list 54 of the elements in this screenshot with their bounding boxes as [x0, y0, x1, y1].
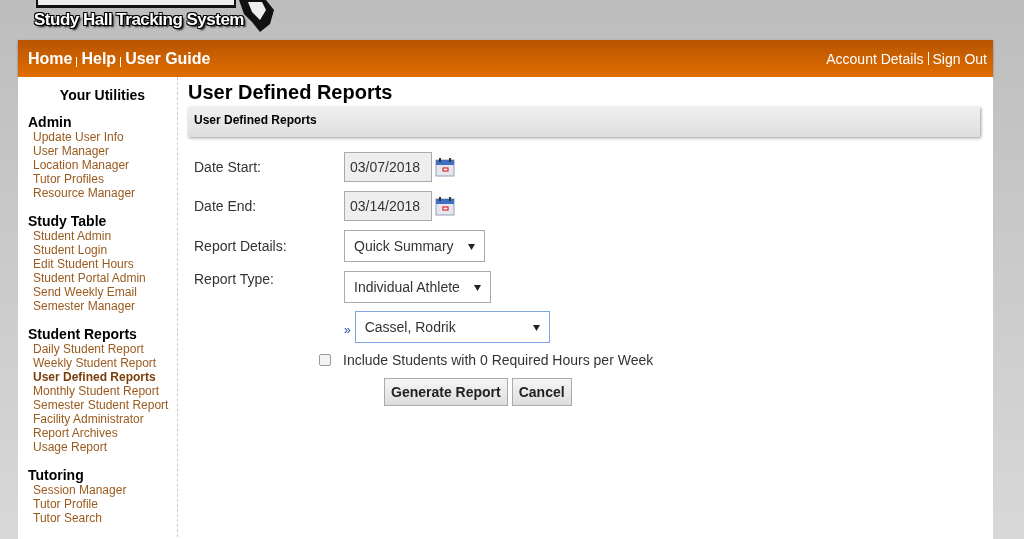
sidebar-link[interactable]: Send Weekly Email [28, 285, 137, 299]
sidebar-heading: Admin [28, 115, 72, 130]
sidebar-link[interactable]: Semester Student Report [28, 398, 169, 412]
nav-link[interactable]: Account Details [826, 50, 924, 67]
sidebar-link[interactable]: Facility Administrator [28, 412, 144, 426]
sidebar-title: Your Utilities [58, 87, 147, 103]
sidebar-link[interactable]: Edit Student Hours [28, 257, 134, 271]
sidebar-link[interactable]: Semester Manager [28, 299, 136, 313]
dropdown[interactable]: Individual Athlete [344, 271, 491, 303]
sidebar-link[interactable]: Usage Report [28, 440, 108, 454]
sidebar-heading: Tutoring [28, 468, 84, 483]
checkbox-label: Include Students with 0 Required Hours per Week [343, 352, 654, 368]
calendar-icon[interactable] [435, 157, 455, 177]
field-label: Report Type: [194, 271, 275, 287]
sidebar-heading: Study Table [28, 214, 107, 229]
panel-title: User Defined Reports [194, 113, 317, 127]
sidebar-link[interactable]: Location Manager [28, 158, 130, 172]
sidebar-heading: Student Reports [28, 327, 137, 342]
sidebar-link[interactable]: Tutor Search [28, 511, 102, 525]
date-field[interactable]: 03/07/2018 [344, 152, 432, 182]
indicator-text: » [344, 323, 351, 337]
form-button[interactable]: Cancel [511, 378, 572, 406]
form-button[interactable]: Generate Report [384, 378, 508, 406]
sidebar-link[interactable]: Daily Student Report [28, 342, 144, 356]
nav-link[interactable]: Help [81, 49, 117, 68]
nav-link[interactable]: User Guide [125, 49, 211, 68]
sidebar-link[interactable]: Tutor Profile [28, 497, 98, 511]
caret-icon [467, 242, 475, 250]
nav-link[interactable]: Home [28, 49, 73, 68]
sidebar-link[interactable]: Student Admin [28, 229, 112, 243]
sidebar-link[interactable]: Weekly Student Report [28, 356, 157, 370]
calendar-icon[interactable] [435, 196, 455, 216]
field-label: Date End: [194, 198, 258, 214]
dropdown[interactable]: Quick Summary [344, 230, 485, 262]
logo-subtitle: Study Hall Tracking System [34, 10, 244, 30]
caret-icon [532, 323, 540, 331]
sidebar-link[interactable]: Resource Manager [28, 186, 136, 200]
sidebar-link[interactable]: Monthly Student Report [28, 384, 160, 398]
checkbox[interactable] [319, 354, 331, 366]
sidebar-link[interactable]: Report Archives [28, 426, 118, 440]
caret-icon [473, 283, 481, 291]
field-label: Date Start: [194, 159, 262, 175]
field-label: Report Details: [194, 238, 288, 254]
student-dropdown[interactable]: Cassel, Rodrik [354, 311, 550, 343]
sidebar-link[interactable]: Session Manager [28, 483, 127, 497]
sidebar-link[interactable]: User Defined Reports [28, 370, 156, 384]
sidebar-link[interactable]: Update User Info [28, 130, 124, 144]
sidebar-link[interactable]: Student Login [28, 243, 108, 257]
nav-link[interactable]: Sign Out [932, 50, 987, 67]
page-title: User Defined Reports [188, 80, 394, 105]
date-field[interactable]: 03/14/2018 [344, 191, 432, 221]
sidebar-link[interactable]: Student Portal Admin [28, 271, 146, 285]
sidebar-link[interactable]: Tutor Profiles [28, 172, 104, 186]
sidebar-link[interactable]: User Manager [28, 144, 110, 158]
